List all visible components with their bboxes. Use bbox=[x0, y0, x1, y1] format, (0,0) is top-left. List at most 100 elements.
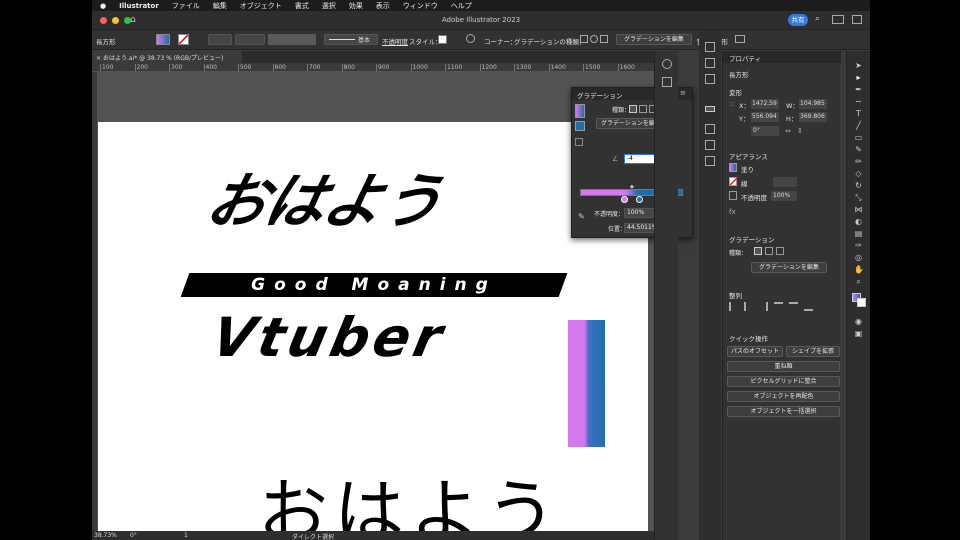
gradient-tool-icon[interactable]: ▤ bbox=[854, 229, 863, 238]
angle-field[interactable]: -4 bbox=[624, 154, 656, 164]
stroke-weight-field[interactable] bbox=[208, 34, 232, 45]
screen-mode-icon[interactable]: ▣ bbox=[854, 329, 863, 338]
menu-effect[interactable]: 効果 bbox=[349, 1, 363, 11]
document-tab[interactable]: × おはよう.ai* @ 38.73 % (RGB/プレビュー) bbox=[92, 51, 242, 63]
width-tool-icon[interactable]: ⋈ bbox=[854, 205, 863, 214]
gradient-rectangle[interactable] bbox=[568, 320, 605, 447]
pixel-grid-button[interactable]: ピクセルグリッドに整合 bbox=[727, 376, 840, 387]
linear-gradient-icon[interactable] bbox=[754, 247, 762, 255]
pencil-tool-icon[interactable]: ✏ bbox=[854, 157, 863, 166]
menu-view[interactable]: 表示 bbox=[376, 1, 390, 11]
rotate-tool-icon[interactable]: ↻ bbox=[854, 181, 863, 190]
fill-swatch[interactable] bbox=[156, 34, 170, 45]
stroke-color-icon[interactable] bbox=[857, 298, 866, 307]
linear-gradient-icon[interactable] bbox=[580, 35, 588, 43]
properties-tab[interactable]: プロパティ bbox=[729, 53, 761, 63]
artboard[interactable]: おはよう Good Moaning Vtuber おはよう bbox=[98, 122, 648, 533]
isolate-icon[interactable] bbox=[735, 35, 745, 43]
arrange-documents-icon[interactable] bbox=[852, 15, 862, 24]
align-left-icon[interactable] bbox=[729, 302, 738, 311]
gradient-preview-swatch[interactable] bbox=[575, 104, 585, 118]
radial-gradient-icon[interactable] bbox=[765, 247, 773, 255]
stroke-style-field[interactable]: 基本 bbox=[324, 34, 378, 45]
w-field[interactable]: 104.985 bbox=[799, 99, 827, 109]
shape-builder-tool-icon[interactable]: ◐ bbox=[854, 217, 863, 226]
blend-tool-icon[interactable]: ◎ bbox=[854, 253, 863, 262]
y-field[interactable]: 556.094 bbox=[751, 112, 779, 122]
freeform-gradient-icon[interactable] bbox=[600, 35, 608, 43]
graphic-style-swatch[interactable] bbox=[438, 35, 447, 44]
menu-select[interactable]: 選択 bbox=[322, 1, 336, 11]
pen-tool-icon[interactable]: ✒ bbox=[854, 85, 863, 94]
color-icon[interactable] bbox=[705, 42, 715, 52]
align-center-icon[interactable] bbox=[744, 302, 753, 311]
selection-tool-icon[interactable]: ➤ bbox=[854, 61, 863, 70]
brush-definition[interactable] bbox=[268, 34, 316, 45]
radial-gradient-icon[interactable] bbox=[639, 105, 647, 113]
corner-label[interactable]: コーナー： bbox=[484, 36, 517, 46]
recolor-icon[interactable] bbox=[466, 34, 475, 43]
stroke-swatch-props[interactable] bbox=[729, 177, 738, 186]
stroke-swatch[interactable] bbox=[178, 34, 189, 45]
scale-tool-icon[interactable]: ⤡ bbox=[854, 193, 863, 202]
opacity-link[interactable]: 不透明度 bbox=[382, 36, 408, 46]
menu-edit[interactable]: 編集 bbox=[213, 1, 227, 11]
bottom-japanese-text[interactable]: おはよう bbox=[258, 472, 562, 533]
freeform-gradient-icon[interactable] bbox=[776, 247, 784, 255]
edit-gradient-button[interactable]: グラデーションを編集 bbox=[616, 34, 692, 45]
opacity-field[interactable]: 100% bbox=[771, 191, 797, 201]
logo-english-text[interactable]: Vtuber bbox=[205, 302, 452, 374]
menu-object[interactable]: オブジェクト bbox=[240, 1, 282, 11]
share-button[interactable]: 共有 bbox=[788, 14, 808, 26]
recolor-artwork-button[interactable]: オブジェクトを再配色 bbox=[727, 391, 840, 402]
line-tool-icon[interactable]: ╱ bbox=[854, 121, 863, 130]
artboard-number[interactable]: 1 bbox=[184, 532, 188, 539]
gradient-panel-icon[interactable] bbox=[705, 106, 715, 112]
gradient-stop-end[interactable] bbox=[636, 196, 643, 203]
props-edit-gradient-button[interactable]: グラデーションを編集 bbox=[751, 262, 827, 273]
menu-app[interactable]: Illustrator bbox=[119, 2, 159, 10]
fill-stroke-swatch[interactable] bbox=[575, 121, 585, 131]
apple-icon[interactable]: ● bbox=[100, 2, 106, 10]
curvature-tool-icon[interactable]: ∼ bbox=[854, 97, 863, 106]
horizontal-ruler[interactable]: 100 200 300 400 500 600 700 800 900 1000 1100 1200 1… bbox=[92, 63, 654, 72]
select-same-button[interactable]: オブジェクトを一括選択 bbox=[727, 406, 840, 417]
rectangle-tool-icon[interactable]: ▭ bbox=[854, 133, 863, 142]
eraser-tool-icon[interactable]: ◇ bbox=[854, 169, 863, 178]
zoom-level[interactable]: 38.73% bbox=[94, 532, 117, 539]
reference-point-icon[interactable]: ⁙ bbox=[729, 100, 736, 109]
workspace-icon[interactable] bbox=[832, 15, 844, 24]
align-right-icon[interactable] bbox=[759, 302, 768, 311]
flip-horizontal-icon[interactable]: ⇔ bbox=[785, 127, 791, 135]
h-field[interactable]: 369.806 bbox=[799, 112, 827, 122]
radial-gradient-icon[interactable] bbox=[590, 35, 598, 43]
midpoint-icon[interactable]: ◆ bbox=[630, 184, 634, 190]
arrange-button[interactable]: 重ね順 bbox=[727, 361, 840, 372]
eyedropper-tool-icon[interactable]: ✑ bbox=[854, 241, 863, 250]
rotation-angle[interactable]: 0° bbox=[130, 532, 137, 539]
appearance-icon[interactable] bbox=[705, 140, 715, 150]
swatches-icon[interactable] bbox=[705, 58, 715, 68]
linear-gradient-icon[interactable] bbox=[629, 105, 637, 113]
align-bottom-icon[interactable] bbox=[804, 302, 813, 311]
eyedropper-icon[interactable]: ✎ bbox=[578, 212, 585, 221]
menu-file[interactable]: ファイル bbox=[172, 1, 200, 11]
stroke-weight-props[interactable] bbox=[773, 177, 797, 187]
x-field[interactable]: 1472.59 bbox=[751, 99, 779, 109]
offset-path-button[interactable]: パスのオフセット bbox=[727, 346, 783, 357]
zoom-tool-icon[interactable]: ⌕ bbox=[854, 277, 863, 286]
type-tool-icon[interactable]: T bbox=[854, 109, 863, 118]
panel-menu-icon[interactable]: ≡ bbox=[680, 89, 686, 97]
close-tab-icon[interactable]: × bbox=[96, 55, 101, 62]
fill-swatch-props[interactable] bbox=[729, 163, 737, 172]
align-top-icon[interactable] bbox=[774, 302, 783, 311]
logo-japanese-text[interactable]: おはよう bbox=[199, 167, 448, 237]
gradient-stop-start[interactable] bbox=[621, 196, 628, 203]
symbols-icon[interactable] bbox=[705, 156, 715, 166]
align-middle-icon[interactable] bbox=[789, 302, 798, 311]
drawing-mode-icon[interactable]: ◉ bbox=[854, 317, 863, 326]
flip-vertical-icon[interactable]: ⇕ bbox=[797, 127, 803, 135]
layers-icon[interactable] bbox=[662, 77, 672, 87]
brushes-icon[interactable] bbox=[705, 74, 715, 84]
reverse-gradient-icon[interactable] bbox=[575, 138, 583, 146]
